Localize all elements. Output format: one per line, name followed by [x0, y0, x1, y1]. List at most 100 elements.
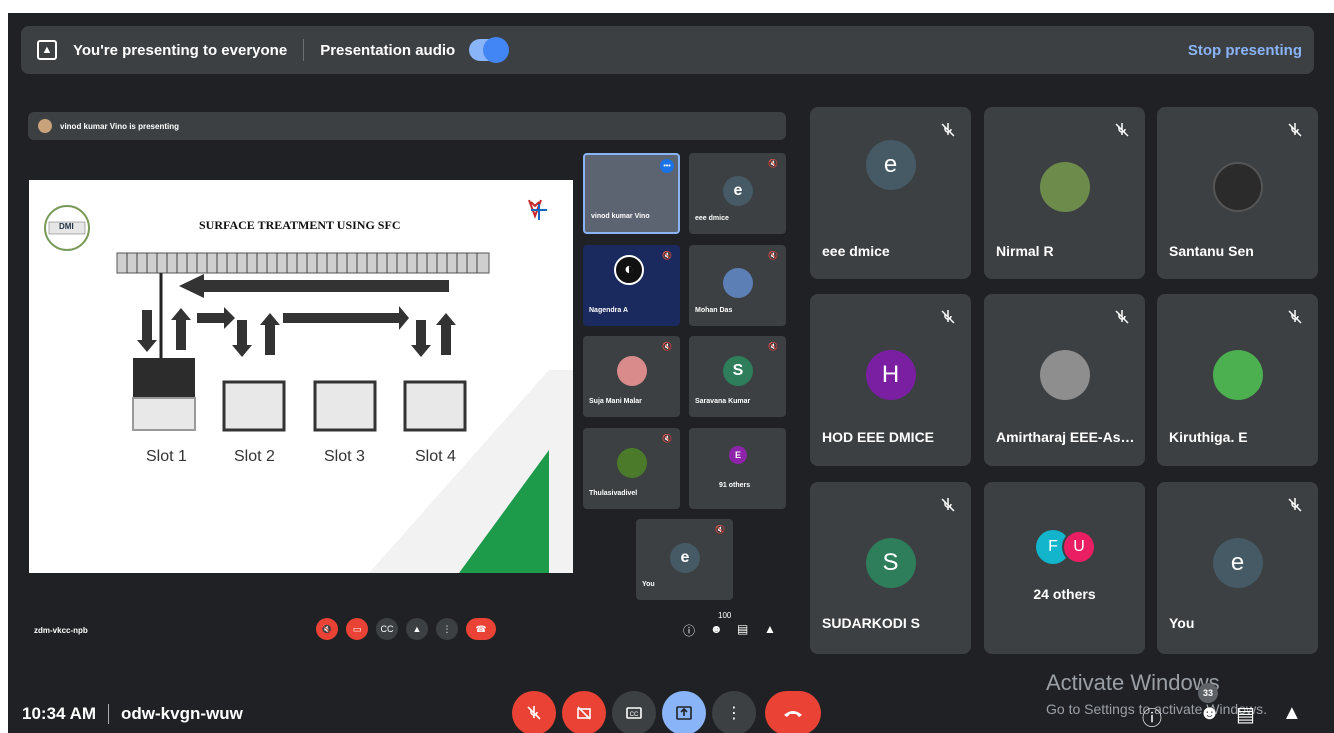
chat-icon[interactable]: ▤ — [1236, 702, 1255, 727]
presenting-banner: ▲ You're presenting to everyone Presenta… — [21, 26, 1314, 74]
inner-tile-name: Mohan Das — [695, 307, 733, 314]
inner-presenter-text: vinod kumar Vino is presenting — [60, 121, 179, 131]
more-icon[interactable]: ••• — [660, 159, 674, 173]
mic-off-icon — [941, 310, 955, 324]
inner-tile[interactable]: 🔇 Mohan Das — [689, 245, 786, 326]
participant-name: Santanu Sen — [1169, 243, 1254, 259]
captions-button[interactable]: CC — [612, 691, 656, 733]
mic-button[interactable] — [512, 691, 556, 733]
participant-name: Kiruthiga. E — [1169, 429, 1248, 445]
mic-off-icon — [1115, 123, 1129, 137]
mic-off-icon — [941, 498, 955, 512]
mic-off-icon: 🔇 — [768, 251, 778, 260]
inner-mic-button[interactable]: 🔇 — [316, 618, 338, 640]
slot-3-label: Slot 3 — [324, 448, 365, 465]
mic-off-icon: 🔇 — [768, 159, 778, 168]
inner-tile-name: Saravana Kumar — [695, 398, 751, 405]
stop-presenting-button[interactable]: Stop presenting — [1188, 42, 1302, 59]
inner-hangup-button[interactable]: ☎ — [466, 618, 496, 640]
inner-chat-icon[interactable]: ▤ — [737, 622, 748, 636]
participant-tile[interactable]: Santanu Sen — [1157, 107, 1318, 279]
inner-people-icon[interactable]: ☻ — [710, 622, 723, 636]
slot-2-label: Slot 2 — [234, 448, 275, 465]
avatar: e — [670, 543, 700, 573]
avatar: H — [865, 350, 916, 400]
inner-tile-name: Thulasivadivel — [589, 490, 638, 497]
avatar — [723, 268, 753, 298]
avatar — [1039, 350, 1090, 400]
meeting-code: odw-kvgn-wuw — [121, 704, 243, 723]
avatar — [1212, 350, 1263, 400]
mic-off-icon: 🔇 — [662, 251, 672, 260]
slide-logo-text: DMI — [59, 222, 74, 231]
people-count-badge: 33 — [1198, 683, 1218, 703]
participant-name: Amirtharaj EEE-Ass... — [996, 429, 1136, 445]
inner-tile-presenter[interactable]: vinod kumar Vino ••• — [583, 153, 680, 234]
avatar: E — [729, 446, 747, 464]
participant-name: Nirmal R — [996, 243, 1054, 259]
inner-present-button[interactable]: ▲ — [406, 618, 428, 640]
inner-tile[interactable]: 🔇 Suja Mani Malar — [583, 336, 680, 417]
participant-tile[interactable]: Amirtharaj EEE-Ass... — [984, 294, 1145, 466]
inner-presenter-bar: vinod kumar Vino is presenting — [28, 112, 786, 140]
participant-name: You — [1169, 615, 1195, 631]
inner-tile[interactable]: 🔇 S Saravana Kumar — [689, 336, 786, 417]
avatar — [617, 356, 647, 386]
avatar — [617, 448, 647, 478]
inner-tile[interactable]: 🔇 Thulasivadivel — [583, 428, 680, 509]
avatar: U — [1062, 530, 1096, 564]
inner-tile-name: vinod kumar Vino — [591, 213, 650, 220]
slide-title: SURFACE TREATMENT USING SFC — [199, 218, 401, 232]
hang-up-icon — [784, 711, 802, 717]
participant-name: SUDARKODI S — [822, 615, 921, 631]
mic-off-icon: 🔇 — [715, 525, 725, 534]
present-icon: ▲ — [37, 40, 57, 60]
presenter-avatar — [38, 119, 52, 133]
present-icon — [676, 706, 692, 720]
activities-icon[interactable]: ▲ — [1282, 702, 1302, 725]
participant-tile[interactable]: Kiruthiga. E — [1157, 294, 1318, 466]
participant-name: eee dmice — [822, 243, 890, 259]
more-options-button[interactable]: ⋮ — [712, 691, 756, 733]
captions-icon: CC — [626, 707, 642, 719]
presentation-slide: DMI SURFACE TREATMENT USING SFC Slot 1 S… — [29, 180, 573, 573]
inner-tile-name: eee dmice — [695, 215, 729, 222]
clock: 10:34 AM — [22, 704, 97, 723]
participant-tile[interactable]: e eee dmice — [810, 107, 971, 279]
mic-off-icon — [1115, 310, 1129, 324]
mic-off-icon — [1288, 310, 1302, 324]
participant-tile-others[interactable]: F U 24 others — [984, 482, 1145, 654]
toggle-knob — [483, 37, 510, 63]
mic-off-icon — [941, 123, 955, 137]
inner-tile-others[interactable]: E 91 others — [689, 428, 786, 509]
participant-tile[interactable]: H HOD EEE DMICE — [810, 294, 971, 466]
divider — [303, 39, 305, 61]
mic-off-icon — [527, 706, 541, 720]
avatar: e — [1212, 538, 1263, 588]
inner-tile[interactable]: 🔇 ◐ Nagendra A — [583, 245, 680, 326]
meeting-details-icon[interactable]: ⓘ — [1142, 702, 1162, 731]
inner-info-icon[interactable]: ⓘ — [683, 622, 695, 639]
svg-text:CC: CC — [630, 712, 639, 718]
participant-tile[interactable]: S SUDARKODI S — [810, 482, 971, 654]
presentation-audio-toggle[interactable] — [469, 37, 510, 63]
obs-avatar: ◐ — [614, 255, 644, 285]
inner-tile[interactable]: 🔇 e eee dmice — [689, 153, 786, 234]
mic-off-icon — [1288, 123, 1302, 137]
inner-activities-icon[interactable]: ▲ — [764, 622, 776, 636]
slot-1-label: Slot 1 — [146, 448, 187, 465]
present-button[interactable] — [662, 691, 706, 733]
people-icon[interactable]: ☻ — [1199, 702, 1220, 725]
inner-meeting-code: zdm-vkcc-npb — [34, 626, 88, 635]
inner-tile-self[interactable]: 🔇 e You — [636, 519, 733, 600]
inner-more-button[interactable]: ⋮ — [436, 618, 458, 640]
inner-camera-button[interactable]: ▭ — [346, 618, 368, 640]
inner-captions-button[interactable]: CC — [376, 618, 398, 640]
mic-off-icon: 🔇 — [662, 342, 672, 351]
leave-call-button[interactable] — [765, 691, 821, 733]
participant-tile-self[interactable]: e You — [1157, 482, 1318, 654]
others-count: 24 others — [1033, 586, 1096, 602]
camera-button[interactable] — [562, 691, 606, 733]
participant-tile[interactable]: Nirmal R — [984, 107, 1145, 279]
inner-control-bar: zdm-vkcc-npb 🔇 ▭ CC ▲ ⋮ ☎ ⓘ ☻ 100 ▤ ▲ — [28, 610, 788, 650]
